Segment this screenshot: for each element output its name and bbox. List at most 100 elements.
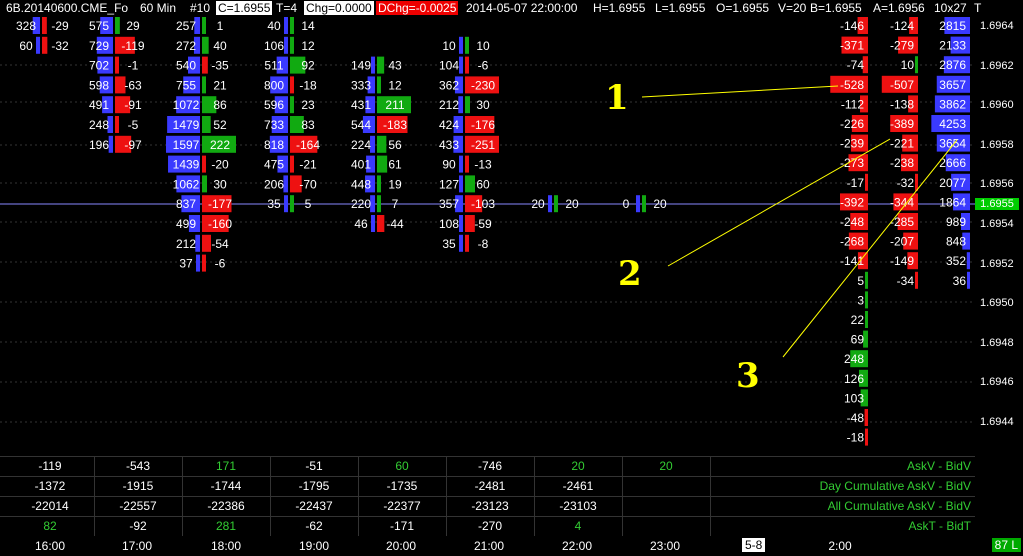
ask-delta-bar <box>290 36 294 54</box>
ask-delta-label: -97 <box>124 138 142 152</box>
ask-delta-bar <box>554 195 558 213</box>
ask-delta-label: -32 <box>51 39 69 53</box>
bid-volume-bar <box>459 36 463 54</box>
profile-value: 5 <box>857 274 864 288</box>
bid-volume-label: 357 <box>439 197 459 211</box>
profile-bar <box>915 271 918 289</box>
annotation-line-3 <box>782 139 958 358</box>
ask-delta-label: 52 <box>213 118 227 132</box>
ask-delta-bar <box>202 234 211 252</box>
bid-volume-label: 1597 <box>173 138 200 152</box>
time-label: 16:00 <box>34 539 66 553</box>
ask-delta-bar <box>115 56 119 74</box>
bid-volume-label: 224 <box>351 138 371 152</box>
profile-value: -226 <box>840 117 864 131</box>
price-label: 1.6948 <box>980 336 1014 349</box>
bid-volume-label: 598 <box>89 78 109 92</box>
profile-bar <box>966 252 970 270</box>
bid-volume-bar <box>459 234 463 252</box>
ask-delta-bar <box>377 155 388 173</box>
profile-value: -48 <box>847 411 865 425</box>
ask-delta-label: 60 <box>476 177 490 191</box>
profile-value: -273 <box>840 156 864 170</box>
profile-value: -221 <box>890 137 914 151</box>
price-label: 1.6952 <box>980 257 1014 270</box>
ask-delta-bar <box>290 96 294 114</box>
bid-volume-bar <box>36 36 40 54</box>
bid-volume-label: 60 <box>19 39 33 53</box>
ask-delta-bar <box>115 116 119 133</box>
close-value: C=1.6955 <box>216 1 273 15</box>
ask-delta-bar <box>377 76 381 94</box>
price-label: 1.6944 <box>980 416 1014 428</box>
price-label: 1.6956 <box>980 178 1014 191</box>
panel-cell: -119 <box>6 457 95 476</box>
bid-volume-label: 401 <box>351 158 371 172</box>
bid-volume-label: 272 <box>176 39 196 53</box>
profile-bar <box>865 428 868 446</box>
bid-volume-label: 800 <box>264 78 284 92</box>
profile-value: -207 <box>890 235 914 249</box>
bid-volume-label: 448 <box>351 177 371 191</box>
ask-delta-label: 10 <box>476 39 490 53</box>
ask-delta-label: 12 <box>301 39 315 53</box>
profile-value: -74 <box>847 58 865 72</box>
ask-delta-bar <box>42 17 47 34</box>
panel-row: 82 -92 281 -62 -171 -270 4 AskT - BidT <box>0 516 975 536</box>
low-value: L=1.6955 <box>655 1 706 15</box>
panel-cell: 4 <box>534 517 623 536</box>
bid-volume-label: 35 <box>442 237 456 251</box>
high-value: H=1.6955 <box>593 1 646 15</box>
panel-cell: -22377 <box>358 497 447 516</box>
bid-volume-label: 127 <box>439 177 459 191</box>
bid-volume-label: 733 <box>264 118 284 132</box>
bid-volume-label: 248 <box>89 118 109 132</box>
time-axis[interactable]: 5-8 87 L 16:00 17:00 18:00 19:00 20:00 21:00 2… <box>0 537 1023 556</box>
ask-delta-label: -177 <box>208 197 232 211</box>
profile-bar <box>865 311 868 328</box>
profile-value: -285 <box>890 215 914 229</box>
bid-value: B=1.6955 <box>810 1 862 15</box>
panel-cell: -270 <box>446 517 535 536</box>
ask-delta-label: -119 <box>121 39 144 53</box>
bid-volume-label: 20 <box>531 197 545 211</box>
bid-volume-label: 511 <box>264 59 283 73</box>
profile-value: 10 <box>901 58 915 72</box>
bid-volume-label: 46 <box>354 217 368 231</box>
panel-row-label: AskV - BidV <box>906 459 971 473</box>
bid-volume-label: 1439 <box>173 158 200 172</box>
profile-value: -141 <box>840 254 864 268</box>
ticks-value: T=4 <box>276 1 298 15</box>
bid-volume-label: 702 <box>89 59 109 73</box>
ask-delta-label: -1 <box>128 59 139 73</box>
ask-delta-bar <box>202 17 206 34</box>
ask-delta-bar <box>465 234 469 252</box>
ask-delta-label: 222 <box>210 138 230 152</box>
bid-volume-label: 10 <box>442 39 456 53</box>
bid-volume-label: 0 <box>623 197 630 211</box>
ask-delta-label: -230 <box>471 78 495 92</box>
bid-volume-bar <box>459 175 463 193</box>
ask-delta-label: 83 <box>301 118 315 132</box>
panel-cell: 281 <box>182 517 271 536</box>
ask-delta-bar <box>202 76 206 94</box>
ask-delta-label: 92 <box>301 59 315 73</box>
date-badge: 5-8 <box>742 538 766 552</box>
ask-delta-bar <box>465 96 470 114</box>
ask-delta-label: 20 <box>565 197 579 211</box>
ask-delta-label: 21 <box>213 78 227 92</box>
bid-volume-bar <box>371 215 375 232</box>
volume-value: V=20 <box>778 1 807 15</box>
time-label: 18:00 <box>210 539 242 553</box>
ask-delta-bar <box>202 155 206 173</box>
time-label: 19:00 <box>298 539 330 553</box>
profile-bar <box>915 173 918 191</box>
ask-delta-bar <box>202 116 211 133</box>
bid-volume-label: 1072 <box>173 98 200 112</box>
price-axis[interactable]: 1.6964 1.6962 1.6960 1.6958 1.6956 1.6954 1.69… <box>975 16 1023 456</box>
ask-delta-label: 20 <box>653 197 667 211</box>
ask-delta-bar <box>202 254 206 272</box>
panel-cell: -62 <box>270 517 359 536</box>
corner-badge: 87 L <box>991 538 1021 552</box>
ask-delta-label: 5 <box>305 197 312 211</box>
